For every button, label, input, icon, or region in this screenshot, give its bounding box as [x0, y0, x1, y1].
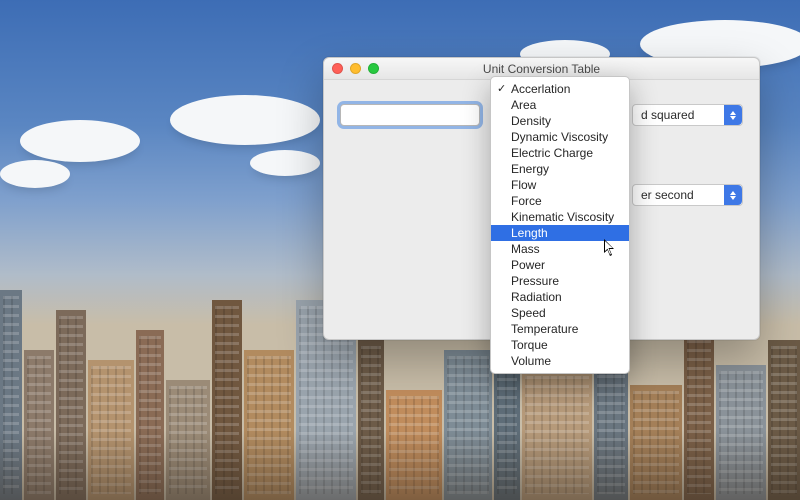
category-item-electric-charge[interactable]: Electric Charge: [491, 145, 629, 161]
category-item-volume[interactable]: Volume: [491, 353, 629, 369]
category-item-length[interactable]: Length: [491, 225, 629, 241]
chevron-updown-icon[interactable]: [724, 105, 742, 125]
chevron-updown-icon[interactable]: [724, 185, 742, 205]
window-body: d squared er second AccerlationAreaDensi…: [324, 80, 759, 224]
category-item-flow[interactable]: Flow: [491, 177, 629, 193]
from-value-input[interactable]: [340, 104, 480, 126]
category-item-mass[interactable]: Mass: [491, 241, 629, 257]
category-item-force[interactable]: Force: [491, 193, 629, 209]
category-dropdown-menu[interactable]: AccerlationAreaDensityDynamic ViscosityE…: [490, 76, 630, 374]
category-item-pressure[interactable]: Pressure: [491, 273, 629, 289]
category-item-accerlation[interactable]: Accerlation: [491, 81, 629, 97]
from-unit-value: d squared: [641, 108, 694, 122]
to-unit-select[interactable]: er second: [632, 184, 743, 206]
category-item-power[interactable]: Power: [491, 257, 629, 273]
category-item-dynamic-viscosity[interactable]: Dynamic Viscosity: [491, 129, 629, 145]
category-item-energy[interactable]: Energy: [491, 161, 629, 177]
to-unit-value: er second: [641, 188, 694, 202]
app-window[interactable]: Unit Conversion Table d squared er secon…: [323, 57, 760, 340]
category-item-temperature[interactable]: Temperature: [491, 321, 629, 337]
category-item-area[interactable]: Area: [491, 97, 629, 113]
category-item-speed[interactable]: Speed: [491, 305, 629, 321]
category-item-kinematic-viscosity[interactable]: Kinematic Viscosity: [491, 209, 629, 225]
window-title: Unit Conversion Table: [324, 62, 759, 76]
category-item-radiation[interactable]: Radiation: [491, 289, 629, 305]
category-item-torque[interactable]: Torque: [491, 337, 629, 353]
category-item-density[interactable]: Density: [491, 113, 629, 129]
from-unit-select[interactable]: d squared: [632, 104, 743, 126]
